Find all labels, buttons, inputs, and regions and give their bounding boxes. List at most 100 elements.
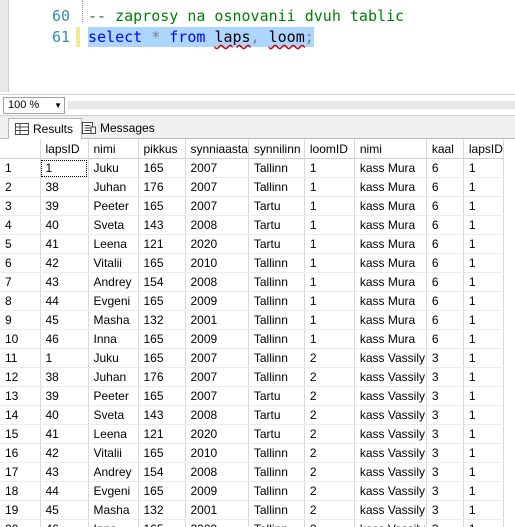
table-cell[interactable]: Tallinn [248,158,305,178]
table-cell[interactable]: Juku [88,348,139,368]
table-cell[interactable]: 132 [138,310,186,330]
table-cell[interactable]: 2007 [185,177,249,197]
table-cell[interactable]: Leena [88,424,139,444]
table-cell[interactable]: 165 [138,386,186,406]
table-cell[interactable]: 43 [40,272,89,292]
table-cell[interactable]: 1 [463,462,504,482]
table-cell[interactable]: 2009 [185,481,249,501]
table-cell[interactable]: Tallinn [248,500,305,520]
table-cell[interactable]: 3 [426,462,464,482]
table-cell[interactable]: 39 [40,196,89,216]
table-cell[interactable]: 2 [304,367,355,387]
table-cell[interactable]: 6 [426,177,464,197]
table-cell[interactable]: Juhan [88,177,139,197]
table-cell[interactable]: 165 [138,158,186,178]
table-cell[interactable]: 1 [463,443,504,463]
table-cell[interactable]: 1 [463,158,504,178]
table-cell[interactable]: 2 [304,405,355,425]
table-cell[interactable]: 1 [463,500,504,520]
table-cell[interactable]: 3 [426,500,464,520]
table-cell[interactable]: 121 [138,234,186,254]
table-cell[interactable]: 2 [304,519,355,527]
table-row[interactable]: 14 40 Sveta 143 2008 Tartu 2 kass Vassily 3 1 [0,405,504,425]
table-cell[interactable]: Andrey [88,462,139,482]
table-cell[interactable]: Tallinn [248,310,305,330]
table-cell[interactable]: 2008 [185,462,249,482]
row-number-cell[interactable]: 5 [0,234,41,254]
table-cell[interactable]: Tallinn [248,177,305,197]
table-cell[interactable]: Vitalii [88,253,139,273]
row-number-cell[interactable]: 6 [0,253,41,273]
row-number-cell[interactable]: 20 [0,519,41,527]
table-cell[interactable]: 1 [304,272,355,292]
table-cell[interactable]: Evgeni [88,291,139,311]
table-cell[interactable]: Inna [88,329,139,349]
table-row[interactable]: 2046Inna1652009Tallinn2kass Vassily31 [0,519,504,527]
table-cell[interactable]: Andrey [88,272,139,292]
table-cell[interactable]: 176 [138,367,186,387]
table-cell[interactable]: Tallinn [248,481,305,501]
table-cell[interactable]: Tartu [248,405,305,425]
table-row[interactable]: 11 1 Juku 165 2007 Tallinn 2 kass Vassily 3 1 [0,348,504,368]
table-cell[interactable]: Peeter [88,196,139,216]
table-cell[interactable]: 1 [304,196,355,216]
row-number-cell[interactable]: 10 [0,329,41,349]
table-cell[interactable]: kass Mura [354,291,427,311]
table-cell[interactable]: 6 [426,215,464,235]
table-cell[interactable]: 1 [463,405,504,425]
table-cell[interactable]: Juku [88,158,139,178]
table-cell[interactable]: 1 [304,253,355,273]
table-cell[interactable]: 3 [426,367,464,387]
table-cell[interactable]: 1 [304,215,355,235]
table-cell[interactable]: Inna [88,519,139,527]
row-number-cell[interactable]: 13 [0,386,41,406]
table-cell[interactable]: 44 [40,291,89,311]
table-cell[interactable]: 3 [426,443,464,463]
table-cell[interactable]: Masha [88,310,139,330]
table-cell[interactable]: 6 [426,329,464,349]
table-cell[interactable]: 121 [138,424,186,444]
table-cell[interactable]: Tartu [248,215,305,235]
table-cell[interactable]: 43 [40,462,89,482]
table-cell[interactable]: Sveta [88,215,139,235]
table-cell[interactable]: 1 [463,367,504,387]
table-cell[interactable]: 165 [138,291,186,311]
table-cell[interactable]: Peeter [88,386,139,406]
table-cell[interactable]: 1 [463,196,504,216]
table-row[interactable]: 12 38 Juhan 176 2007 Tallinn 2 kass Vassily 3 1 [0,367,504,387]
row-number-cell[interactable]: 18 [0,481,41,501]
table-row[interactable]: 18 44 Evgeni 165 2009 Tallinn 2 kass Vassily 3 1 [0,481,504,501]
table-cell[interactable]: 165 [138,253,186,273]
table-cell[interactable]: kass Vassily [354,462,427,482]
results-grid[interactable]: lapsID nimi pikkus synniaasta synnilinn … [0,139,515,527]
table-cell[interactable]: 165 [138,519,186,527]
table-cell[interactable]: kass Vassily [354,405,427,425]
table-cell[interactable]: Tallinn [248,291,305,311]
table-cell[interactable]: 2007 [185,348,249,368]
table-cell[interactable]: 3 [426,519,464,527]
table-cell[interactable]: Tartu [248,196,305,216]
horizontal-scrollbar[interactable] [68,101,515,109]
table-cell[interactable]: 2008 [185,405,249,425]
table-cell[interactable]: Tartu [248,386,305,406]
table-row[interactable]: 4 40 Sveta 143 2008 Tartu 1 kass Mura 6 1 [0,215,504,235]
table-cell[interactable]: kass Mura [354,234,427,254]
table-cell[interactable]: Evgeni [88,481,139,501]
table-cell[interactable]: 1 [463,272,504,292]
table-cell[interactable]: 2 [304,443,355,463]
table-cell[interactable]: 1 [304,234,355,254]
table-cell[interactable]: 1 [463,519,504,527]
table-cell[interactable]: Tallinn [248,462,305,482]
table-cell[interactable]: kass Vassily [354,519,427,527]
table-cell[interactable]: 45 [40,310,89,330]
table-cell[interactable]: Vitalii [88,443,139,463]
table-row[interactable]: 15 41 Leena 121 2020 Tartu 2 kass Vassily 3 1 [0,424,504,444]
table-cell[interactable]: Tallinn [248,443,305,463]
table-cell[interactable]: kass Mura [354,215,427,235]
table-cell[interactable]: Tallinn [248,367,305,387]
table-cell[interactable]: Tallinn [248,519,305,527]
table-row[interactable]: 1 1 Juku 165 2007 Tallinn 1 kass Mura 6 1 [0,158,504,178]
table-cell[interactable]: kass Vassily [354,500,427,520]
table-cell[interactable]: 6 [426,158,464,178]
row-number-cell[interactable]: 4 [0,215,41,235]
